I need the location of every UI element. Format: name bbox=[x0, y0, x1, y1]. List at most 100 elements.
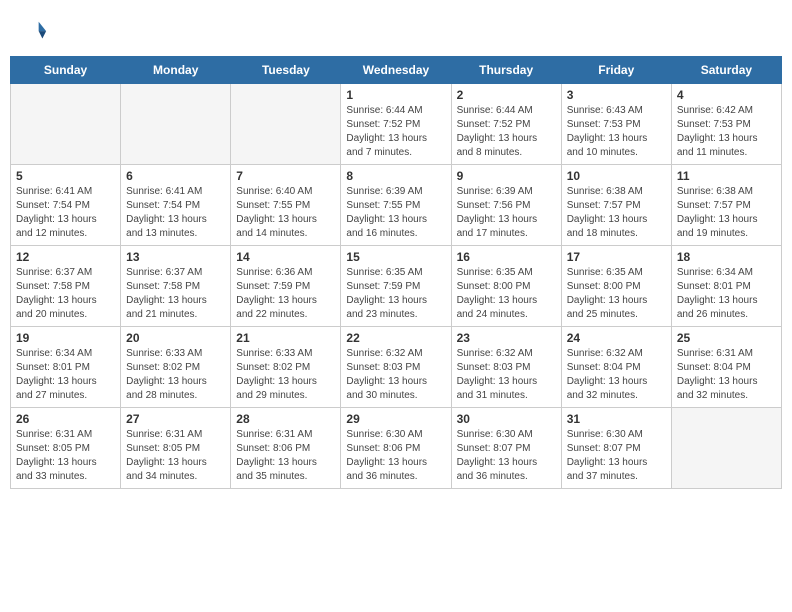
calendar-cell: 3 Sunrise: 6:43 AM Sunset: 7:53 PM Daylig… bbox=[561, 84, 671, 165]
calendar-cell: 27 Sunrise: 6:31 AM Sunset: 8:05 PM Dayli… bbox=[121, 408, 231, 489]
day-info: Sunrise: 6:44 AM Sunset: 7:52 PM Dayligh… bbox=[457, 104, 556, 160]
day-number: 5 bbox=[16, 169, 115, 183]
day-info: Sunrise: 6:39 AM Sunset: 7:55 PM Dayligh… bbox=[346, 185, 445, 241]
day-info: Sunrise: 6:38 AM Sunset: 7:57 PM Dayligh… bbox=[677, 185, 776, 241]
day-info: Sunrise: 6:32 AM Sunset: 8:04 PM Dayligh… bbox=[567, 347, 666, 403]
day-info: Sunrise: 6:40 AM Sunset: 7:55 PM Dayligh… bbox=[236, 185, 335, 241]
day-number: 10 bbox=[567, 169, 666, 183]
calendar-table: SundayMondayTuesdayWednesdayThursdayFrid… bbox=[10, 56, 782, 489]
day-info: Sunrise: 6:30 AM Sunset: 8:07 PM Dayligh… bbox=[457, 428, 556, 484]
calendar-header-thursday: Thursday bbox=[451, 57, 561, 84]
calendar-cell: 29 Sunrise: 6:30 AM Sunset: 8:06 PM Dayli… bbox=[341, 408, 451, 489]
calendar-cell bbox=[231, 84, 341, 165]
calendar-cell bbox=[121, 84, 231, 165]
calendar-cell: 19Sunrise: 6:34 AM Sunset: 8:01 PM Dayli… bbox=[11, 327, 121, 408]
day-number: 9 bbox=[457, 169, 556, 183]
page-header bbox=[10, 10, 782, 50]
calendar-header-wednesday: Wednesday bbox=[341, 57, 451, 84]
calendar-cell: 18Sunrise: 6:34 AM Sunset: 8:01 PM Dayli… bbox=[671, 246, 781, 327]
day-info: Sunrise: 6:43 AM Sunset: 7:53 PM Dayligh… bbox=[567, 104, 666, 160]
day-info: Sunrise: 6:42 AM Sunset: 7:53 PM Dayligh… bbox=[677, 104, 776, 160]
day-number: 24 bbox=[567, 331, 666, 345]
day-info: Sunrise: 6:32 AM Sunset: 8:03 PM Dayligh… bbox=[457, 347, 556, 403]
day-number: 28 bbox=[236, 412, 335, 426]
day-number: 13 bbox=[126, 250, 225, 264]
day-number: 3 bbox=[567, 88, 666, 102]
calendar-week-row: 1 Sunrise: 6:44 AM Sunset: 7:52 PM Daylig… bbox=[11, 84, 782, 165]
day-number: 20 bbox=[126, 331, 225, 345]
day-number: 31 bbox=[567, 412, 666, 426]
day-info: Sunrise: 6:36 AM Sunset: 7:59 PM Dayligh… bbox=[236, 266, 335, 322]
day-info: Sunrise: 6:33 AM Sunset: 8:02 PM Dayligh… bbox=[236, 347, 335, 403]
day-info: Sunrise: 6:35 AM Sunset: 8:00 PM Dayligh… bbox=[567, 266, 666, 322]
day-number: 2 bbox=[457, 88, 556, 102]
calendar-header-tuesday: Tuesday bbox=[231, 57, 341, 84]
calendar-header-friday: Friday bbox=[561, 57, 671, 84]
day-number: 8 bbox=[346, 169, 445, 183]
calendar-cell: 6 Sunrise: 6:41 AM Sunset: 7:54 PM Daylig… bbox=[121, 165, 231, 246]
calendar-cell: 15 Sunrise: 6:35 AM Sunset: 7:59 PM Dayli… bbox=[341, 246, 451, 327]
calendar-cell: 7 Sunrise: 6:40 AM Sunset: 7:55 PM Daylig… bbox=[231, 165, 341, 246]
calendar-cell: 23 Sunrise: 6:32 AM Sunset: 8:03 PM Dayli… bbox=[451, 327, 561, 408]
calendar-cell: 17 Sunrise: 6:35 AM Sunset: 8:00 PM Dayli… bbox=[561, 246, 671, 327]
calendar-cell: 30 Sunrise: 6:30 AM Sunset: 8:07 PM Dayli… bbox=[451, 408, 561, 489]
day-number: 17 bbox=[567, 250, 666, 264]
day-number: 7 bbox=[236, 169, 335, 183]
calendar-week-row: 19Sunrise: 6:34 AM Sunset: 8:01 PM Dayli… bbox=[11, 327, 782, 408]
calendar-header-monday: Monday bbox=[121, 57, 231, 84]
day-info: Sunrise: 6:31 AM Sunset: 8:05 PM Dayligh… bbox=[16, 428, 115, 484]
day-info: Sunrise: 6:30 AM Sunset: 8:06 PM Dayligh… bbox=[346, 428, 445, 484]
day-number: 12 bbox=[16, 250, 115, 264]
day-number: 16 bbox=[457, 250, 556, 264]
day-number: 30 bbox=[457, 412, 556, 426]
day-number: 4 bbox=[677, 88, 776, 102]
day-info: Sunrise: 6:41 AM Sunset: 7:54 PM Dayligh… bbox=[126, 185, 225, 241]
calendar-header-row: SundayMondayTuesdayWednesdayThursdayFrid… bbox=[11, 57, 782, 84]
calendar-cell: 5 Sunrise: 6:41 AM Sunset: 7:54 PM Daylig… bbox=[11, 165, 121, 246]
calendar-cell: 26 Sunrise: 6:31 AM Sunset: 8:05 PM Dayli… bbox=[11, 408, 121, 489]
calendar-cell: 13 Sunrise: 6:37 AM Sunset: 7:58 PM Dayli… bbox=[121, 246, 231, 327]
day-info: Sunrise: 6:32 AM Sunset: 8:03 PM Dayligh… bbox=[346, 347, 445, 403]
calendar-cell: 20Sunrise: 6:33 AM Sunset: 8:02 PM Dayli… bbox=[121, 327, 231, 408]
day-info: Sunrise: 6:31 AM Sunset: 8:05 PM Dayligh… bbox=[126, 428, 225, 484]
calendar-week-row: 5 Sunrise: 6:41 AM Sunset: 7:54 PM Daylig… bbox=[11, 165, 782, 246]
calendar-header-sunday: Sunday bbox=[11, 57, 121, 84]
calendar-cell: 11 Sunrise: 6:38 AM Sunset: 7:57 PM Dayli… bbox=[671, 165, 781, 246]
logo bbox=[20, 18, 52, 46]
day-number: 18 bbox=[677, 250, 776, 264]
day-info: Sunrise: 6:35 AM Sunset: 7:59 PM Dayligh… bbox=[346, 266, 445, 322]
day-info: Sunrise: 6:30 AM Sunset: 8:07 PM Dayligh… bbox=[567, 428, 666, 484]
day-number: 26 bbox=[16, 412, 115, 426]
day-number: 6 bbox=[126, 169, 225, 183]
calendar-cell: 16 Sunrise: 6:35 AM Sunset: 8:00 PM Dayli… bbox=[451, 246, 561, 327]
day-number: 25 bbox=[677, 331, 776, 345]
calendar-cell bbox=[671, 408, 781, 489]
day-number: 15 bbox=[346, 250, 445, 264]
day-number: 23 bbox=[457, 331, 556, 345]
calendar-cell: 10 Sunrise: 6:38 AM Sunset: 7:57 PM Dayli… bbox=[561, 165, 671, 246]
calendar-cell: 24 Sunrise: 6:32 AM Sunset: 8:04 PM Dayli… bbox=[561, 327, 671, 408]
day-number: 29 bbox=[346, 412, 445, 426]
day-number: 19 bbox=[16, 331, 115, 345]
day-info: Sunrise: 6:37 AM Sunset: 7:58 PM Dayligh… bbox=[16, 266, 115, 322]
calendar-cell: 4 Sunrise: 6:42 AM Sunset: 7:53 PM Daylig… bbox=[671, 84, 781, 165]
day-info: Sunrise: 6:41 AM Sunset: 7:54 PM Dayligh… bbox=[16, 185, 115, 241]
calendar-cell: 1Sunrise: 6:44 AM Sunset: 7:52 PM Daylig… bbox=[341, 84, 451, 165]
calendar-cell: 25Sunrise: 6:31 AM Sunset: 8:04 PM Dayli… bbox=[671, 327, 781, 408]
calendar-cell: 8 Sunrise: 6:39 AM Sunset: 7:55 PM Daylig… bbox=[341, 165, 451, 246]
day-info: Sunrise: 6:37 AM Sunset: 7:58 PM Dayligh… bbox=[126, 266, 225, 322]
day-info: Sunrise: 6:35 AM Sunset: 8:00 PM Dayligh… bbox=[457, 266, 556, 322]
calendar-cell: 28 Sunrise: 6:31 AM Sunset: 8:06 PM Dayli… bbox=[231, 408, 341, 489]
day-number: 27 bbox=[126, 412, 225, 426]
day-info: Sunrise: 6:38 AM Sunset: 7:57 PM Dayligh… bbox=[567, 185, 666, 241]
day-number: 14 bbox=[236, 250, 335, 264]
day-number: 11 bbox=[677, 169, 776, 183]
calendar-cell: 12 Sunrise: 6:37 AM Sunset: 7:58 PM Dayli… bbox=[11, 246, 121, 327]
day-info: Sunrise: 6:31 AM Sunset: 8:06 PM Dayligh… bbox=[236, 428, 335, 484]
calendar-header-saturday: Saturday bbox=[671, 57, 781, 84]
day-number: 21 bbox=[236, 331, 335, 345]
calendar-week-row: 26 Sunrise: 6:31 AM Sunset: 8:05 PM Dayli… bbox=[11, 408, 782, 489]
calendar-cell: 31 Sunrise: 6:30 AM Sunset: 8:07 PM Dayli… bbox=[561, 408, 671, 489]
day-number: 1 bbox=[346, 88, 445, 102]
calendar-cell bbox=[11, 84, 121, 165]
